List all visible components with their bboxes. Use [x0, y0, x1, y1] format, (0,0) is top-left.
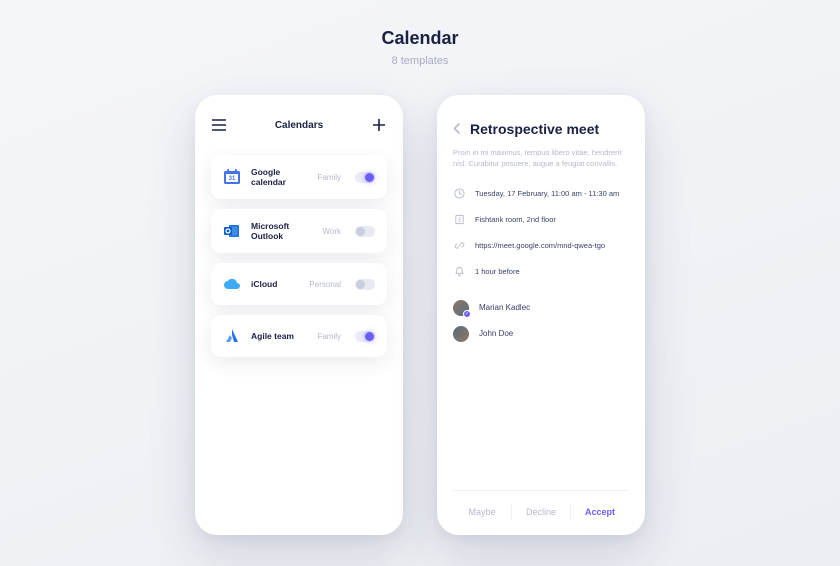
attendee-row[interactable]: John Doe	[453, 326, 629, 342]
event-info-list: Tuesday, 17 February, 11:00 am - 11:30 a…	[453, 188, 629, 278]
calendar-item[interactable]: Microsoft Outlook Work	[211, 209, 387, 253]
calendar-name: iCloud	[251, 279, 299, 289]
event-description: Proin in mi maximus, tempus libero vitae…	[453, 147, 629, 170]
event-time: Tuesday, 17 February, 11:00 am - 11:30 a…	[475, 189, 619, 198]
calendar-name: Google calendar	[251, 167, 307, 187]
calendar-item[interactable]: iCloud Personal	[211, 263, 387, 305]
page-title: Calendar	[0, 28, 840, 49]
avatar: ✓	[453, 300, 469, 316]
back-button[interactable]	[453, 123, 460, 136]
outlook-icon	[223, 222, 241, 240]
accept-button[interactable]: Accept	[570, 503, 629, 521]
svg-text:31: 31	[229, 176, 236, 182]
decline-button[interactable]: Decline	[511, 503, 570, 521]
menu-icon[interactable]	[211, 117, 227, 133]
calendar-tag: Personal	[309, 280, 341, 289]
add-calendar-button[interactable]	[371, 117, 387, 133]
attendee-name: John Doe	[479, 329, 513, 338]
event-reminder-row: 1 hour before	[453, 266, 629, 278]
attendee-list: ✓ Marian Kadlec John Doe	[453, 300, 629, 342]
event-reminder: 1 hour before	[475, 267, 520, 276]
calendar-tag: Work	[322, 227, 341, 236]
event-location: Fishtank room, 2nd floor	[475, 215, 556, 224]
calendar-toggle[interactable]	[355, 331, 375, 342]
page-subtitle: 8 templates	[0, 55, 840, 67]
calendars-screen: Calendars 31 Google calendar Family Micr…	[195, 95, 403, 535]
calendar-name: Agile team	[251, 331, 307, 341]
atlassian-icon	[223, 327, 241, 345]
clock-icon	[453, 188, 465, 200]
bell-icon	[453, 266, 465, 278]
calendar-toggle[interactable]	[355, 279, 375, 290]
avatar	[453, 326, 469, 342]
calendar-tag: Family	[317, 332, 341, 341]
link-icon	[453, 240, 465, 252]
calendar-item[interactable]: Agile team Family	[211, 315, 387, 357]
event-title: Retrospective meet	[470, 121, 599, 137]
calendar-item[interactable]: 31 Google calendar Family	[211, 155, 387, 199]
attendee-row[interactable]: ✓ Marian Kadlec	[453, 300, 629, 316]
event-detail-screen: Retrospective meet Proin in mi maximus, …	[437, 95, 645, 535]
attendee-name: Marian Kadlec	[479, 303, 530, 312]
maybe-button[interactable]: Maybe	[453, 503, 511, 521]
calendar-toggle[interactable]	[355, 172, 375, 183]
organizer-badge-icon: ✓	[463, 310, 471, 318]
calendar-name: Microsoft Outlook	[251, 221, 312, 241]
building-icon	[453, 214, 465, 226]
event-link-row[interactable]: https://meet.google.com/mnd-qwea-tgo	[453, 240, 629, 252]
screen-title: Calendars	[275, 120, 323, 131]
calendar-toggle[interactable]	[355, 226, 375, 237]
icloud-icon	[223, 275, 241, 293]
response-actions: Maybe Decline Accept	[453, 490, 629, 521]
calendar-tag: Family	[317, 173, 341, 182]
google-calendar-icon: 31	[223, 168, 241, 186]
event-time-row: Tuesday, 17 February, 11:00 am - 11:30 a…	[453, 188, 629, 200]
event-location-row: Fishtank room, 2nd floor	[453, 214, 629, 226]
calendar-list: 31 Google calendar Family Microsoft Outl…	[211, 155, 387, 357]
event-link: https://meet.google.com/mnd-qwea-tgo	[475, 241, 605, 250]
